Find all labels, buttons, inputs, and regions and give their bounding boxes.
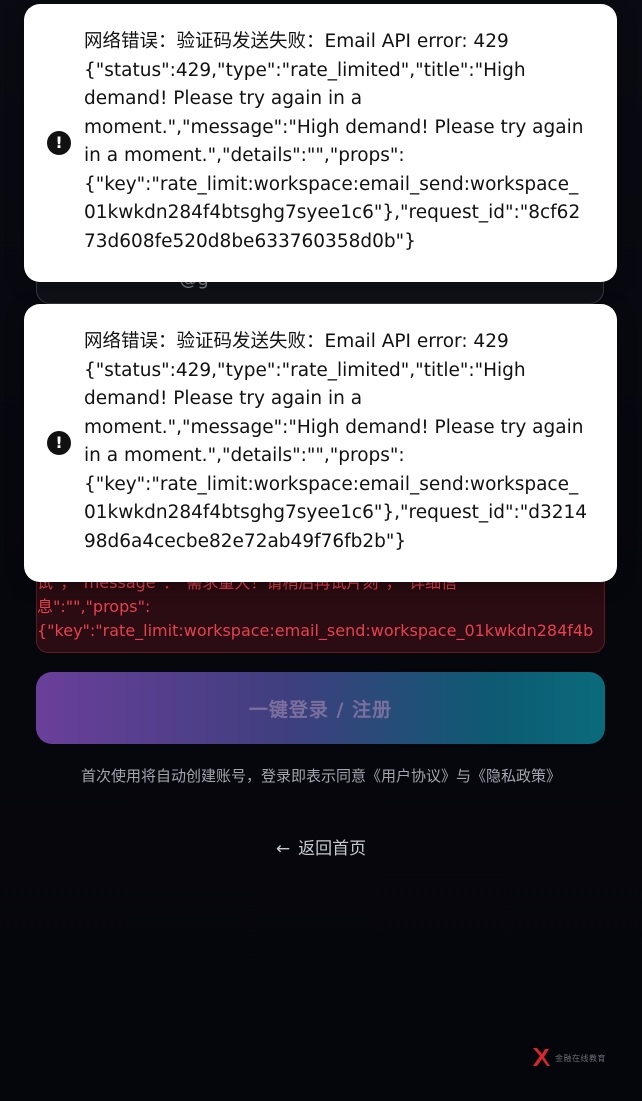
back-home-label: 返回首页 <box>298 839 367 859</box>
error-toast: ! 网络错误：验证码发送失败：Email API error: 429 {"st… <box>24 304 617 582</box>
agreement-text: 首次使用将自动创建账号，登录即表示同意《用户协议》与《隐私政策》 <box>80 767 561 785</box>
watermark: 金融在线教育 <box>531 1046 606 1070</box>
login-register-button[interactable]: 一键登录 / 注册 <box>36 672 605 744</box>
exclamation-circle-icon: ! <box>47 431 71 455</box>
back-home-link[interactable]: ← 返回首页 <box>0 834 642 859</box>
exclamation-circle-icon: ! <box>47 131 71 155</box>
toast-message: 网络错误：验证码发送失败：Email API error: 429 {"stat… <box>84 31 584 252</box>
brand-logo-icon <box>533 1048 550 1066</box>
watermark-text: 金融在线教育 <box>555 1053 606 1063</box>
toast-message: 网络错误：验证码发送失败：Email API error: 429 {"stat… <box>84 331 588 552</box>
arrow-left-icon: ← <box>275 839 291 859</box>
error-toast: ! 网络错误：验证码发送失败：Email API error: 429 {"st… <box>24 4 617 282</box>
